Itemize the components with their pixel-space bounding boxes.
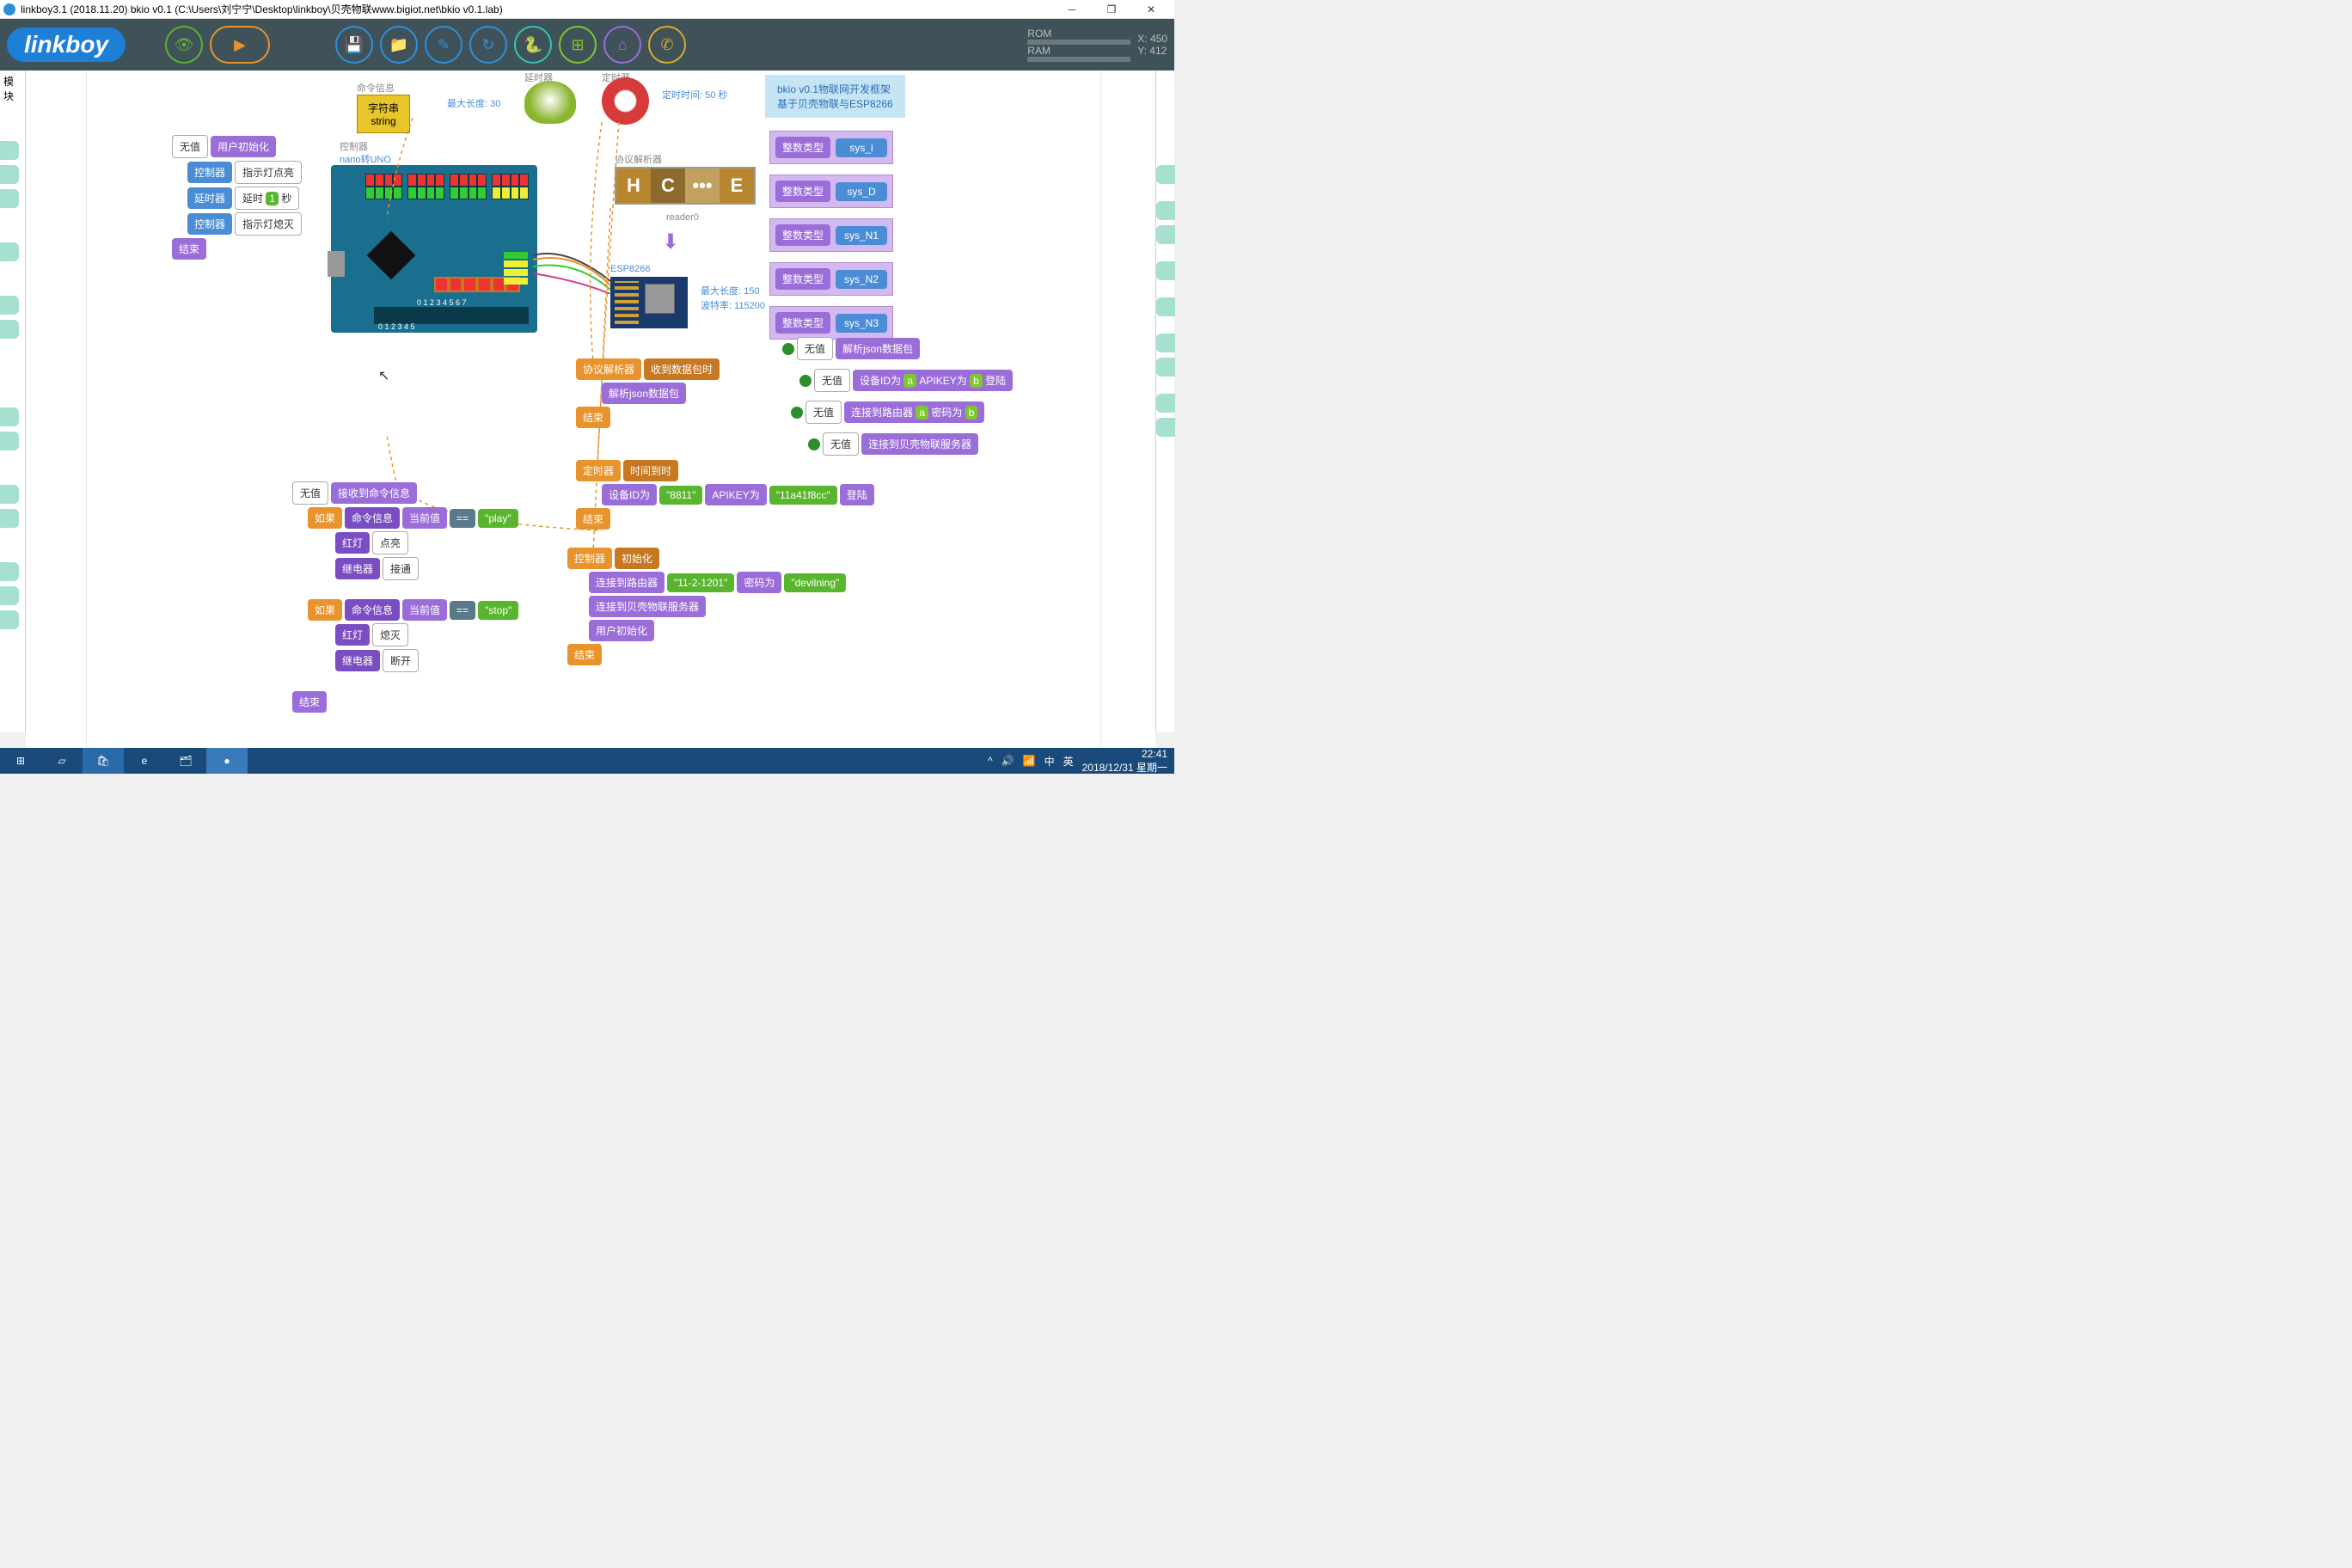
- eye-button[interactable]: 👁: [165, 26, 203, 64]
- palette-r[interactable]: [1156, 297, 1175, 316]
- title-bar: linkboy3.1 (2018.11.20) bkio v0.1 (C:\Us…: [0, 0, 1174, 19]
- toolbar: linkboy 👁 ▶ 💾 📁 ✎ ↻ 🐍 ⊞ ⌂ ✆ ROM RAM X: 4…: [0, 19, 1174, 70]
- explorer-button[interactable]: 🗂: [165, 748, 206, 774]
- var-sysd[interactable]: 整数类型sys_D: [769, 175, 893, 208]
- app-button[interactable]: ●: [206, 748, 248, 774]
- palette-block[interactable]: [0, 141, 19, 160]
- right-panel[interactable]: [1155, 70, 1174, 732]
- timer-event-stack[interactable]: 定时器时间到时 设备ID为"8811"APIKEY为"11a41f8cc"登陆 …: [576, 460, 874, 530]
- var-sysn3[interactable]: 整数类型sys_N3: [769, 306, 893, 340]
- start-button[interactable]: ⊞: [0, 748, 41, 774]
- taskview-button[interactable]: ▱: [41, 748, 83, 774]
- palette-r[interactable]: [1156, 225, 1175, 244]
- network-icon[interactable]: 🔊: [1001, 755, 1014, 767]
- maxlen-label: 最大长度: 30: [447, 96, 500, 110]
- teacup-icon[interactable]: [524, 81, 576, 124]
- palette-r[interactable]: [1156, 394, 1175, 413]
- parser-label: 协议解析器: [615, 152, 662, 166]
- left-panel[interactable]: 模块: [0, 70, 26, 732]
- palette-block[interactable]: [0, 296, 19, 315]
- coord-y: Y: 412: [1137, 45, 1167, 57]
- bkio-info: bkio v0.1物联网开发框架基于贝壳物联与ESP8266: [765, 75, 905, 118]
- esp8266-module[interactable]: [610, 277, 688, 328]
- recvcmd-stack[interactable]: 无值接收到命令信息 如果命令信息当前值=="play" 红灯点亮 继电器接通 如…: [292, 481, 518, 713]
- maxlen150-label: 最大长度: 150: [701, 284, 759, 297]
- phone-button[interactable]: ✆: [648, 26, 686, 64]
- python-button[interactable]: 🐍: [514, 26, 552, 64]
- grid-button[interactable]: ⊞: [559, 26, 597, 64]
- palette-block[interactable]: [0, 320, 19, 339]
- reader-label: reader0: [666, 212, 699, 223]
- funcdef-stack: 无值解析json数据包 无值设备ID为 a APIKEY为 b 登陆 无值连接到…: [782, 337, 1013, 456]
- palette-block[interactable]: [0, 509, 19, 528]
- app-icon: [3, 3, 15, 15]
- func-connbk[interactable]: 无值连接到贝壳物联服务器: [808, 432, 1013, 456]
- canvas[interactable]: 命令信息 字符串string 最大长度: 30 延时器 定时器 定时时间: 50…: [26, 70, 1155, 748]
- ctrl-label: 控制器: [340, 139, 368, 153]
- status-right: ROM RAM X: 450 Y: 412: [1027, 28, 1167, 62]
- minimize-button[interactable]: ─: [1052, 0, 1092, 19]
- var-sysn1[interactable]: 整数类型sys_N1: [769, 218, 893, 252]
- palette-r[interactable]: [1156, 261, 1175, 280]
- palette-block[interactable]: [0, 242, 19, 261]
- ime-zh[interactable]: 中: [1044, 754, 1055, 769]
- var-stack: 整数类型sys_i 整数类型sys_D 整数类型sys_N1 整数类型sys_N…: [769, 131, 893, 340]
- play-button[interactable]: ▶: [210, 26, 270, 64]
- func-connrouter[interactable]: 无值连接到路由器 a 密码为 b: [791, 401, 1013, 424]
- cursor-icon: ↖: [378, 367, 389, 384]
- palette-block[interactable]: [0, 407, 19, 426]
- func-parsejson[interactable]: 无值解析json数据包: [782, 337, 1013, 360]
- nano-label: nano转UNO: [340, 152, 391, 166]
- ime-en[interactable]: 英: [1063, 754, 1074, 769]
- store-button[interactable]: 🛍: [83, 748, 124, 774]
- palette-block[interactable]: [0, 610, 19, 629]
- coord-x: X: 450: [1137, 33, 1167, 45]
- palette-r[interactable]: [1156, 201, 1175, 220]
- close-button[interactable]: ✕: [1131, 0, 1171, 19]
- palette-r[interactable]: [1156, 418, 1175, 437]
- palette-block[interactable]: [0, 562, 19, 581]
- parser-node[interactable]: H C ••• E: [615, 167, 756, 205]
- cmdinfo-label: 命令信息: [357, 81, 395, 95]
- wifi-icon[interactable]: 📶: [1023, 755, 1036, 767]
- system-tray[interactable]: ^ 🔊 📶 中 英 22:41 2018/12/31 星期一: [988, 748, 1174, 775]
- window-title: linkboy3.1 (2018.11.20) bkio v0.1 (C:\Us…: [21, 2, 503, 16]
- userinit-stack[interactable]: 无值用户初始化 控制器指示灯点亮 延时器延时 1 秒 控制器指示灯熄灭 结束: [172, 135, 302, 260]
- clock-time[interactable]: 22:41: [1082, 748, 1167, 760]
- taskbar[interactable]: ⊞ ▱ 🛍 e 🗂 ● ^ 🔊 📶 中 英 22:41 2018/12/31 星…: [0, 748, 1174, 774]
- modules-tab[interactable]: 模块: [0, 70, 25, 107]
- string-node[interactable]: 字符串string: [357, 95, 410, 133]
- palette-r[interactable]: [1156, 334, 1175, 352]
- parser-event-stack[interactable]: 协议解析器收到数据包时 解析json数据包 结束: [576, 358, 720, 428]
- ctrl-init-stack[interactable]: 控制器初始化 连接到路由器"11-2-1201"密码为"devilning" 连…: [567, 548, 846, 665]
- folder-button[interactable]: 📁: [380, 26, 418, 64]
- edge-button[interactable]: e: [124, 748, 165, 774]
- home-button[interactable]: ⌂: [603, 26, 641, 64]
- palette-block[interactable]: [0, 189, 19, 208]
- esp-label: ESP8266: [610, 264, 650, 274]
- tray-up-icon[interactable]: ^: [988, 755, 993, 767]
- maximize-button[interactable]: ❐: [1092, 0, 1131, 19]
- palette-r[interactable]: [1156, 165, 1175, 184]
- palette-block[interactable]: [0, 165, 19, 184]
- edit-button[interactable]: ✎: [425, 26, 462, 64]
- palette-r[interactable]: [1156, 358, 1175, 377]
- var-sysi[interactable]: 整数类型sys_i: [769, 131, 893, 164]
- arrow-down-icon: ⬇: [662, 230, 679, 254]
- palette-block[interactable]: [0, 432, 19, 450]
- arduino-board[interactable]: 0 1 2 3 4 5 0 1 2 3 4 5 6 7: [331, 165, 537, 333]
- timefix-label: 定时时间: 50 秒: [662, 88, 727, 101]
- refresh-button[interactable]: ↻: [469, 26, 507, 64]
- palette-block[interactable]: [0, 485, 19, 504]
- logo: linkboy: [7, 28, 126, 62]
- baud-label: 波特率: 115200: [701, 298, 765, 312]
- clock-icon[interactable]: [602, 77, 649, 125]
- save-button[interactable]: 💾: [335, 26, 373, 64]
- var-sysn2[interactable]: 整数类型sys_N2: [769, 262, 893, 296]
- func-login[interactable]: 无值设备ID为 a APIKEY为 b 登陆: [799, 369, 1013, 392]
- palette-block[interactable]: [0, 586, 19, 605]
- clock-date: 2018/12/31 星期一: [1082, 760, 1167, 775]
